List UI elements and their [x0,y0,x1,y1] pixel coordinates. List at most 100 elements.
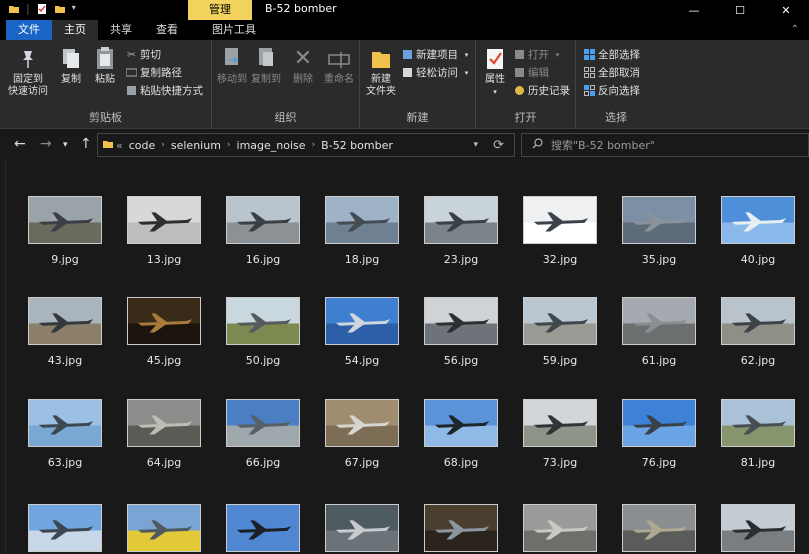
select-none-button[interactable]: 全部取消 [584,65,640,80]
file-name: 59.jpg [542,354,578,367]
thumbnail-container [16,393,114,453]
refresh-icon[interactable]: ⟳ [493,138,504,153]
file-item[interactable] [115,498,213,554]
thumbnail-container [610,498,708,554]
navigation-bar: ← → ▾ ↑ « code › selenium › image_noise … [0,130,809,160]
folder-icon [102,138,114,153]
thumbnail-container [511,291,609,351]
file-item[interactable] [610,498,708,554]
file-item[interactable] [511,498,609,554]
properties-button[interactable]: 属性 ▾ [480,46,510,98]
thumbnail-container [214,291,312,351]
tab-view[interactable]: 查看 [144,20,190,40]
file-item[interactable]: 50.jpg [214,291,312,367]
pin-quick-access-button[interactable]: 固定到 快速访问 [8,46,48,98]
tab-share[interactable]: 共享 [98,20,144,40]
image-thumbnail [28,399,102,447]
file-item[interactable] [16,498,114,554]
group-open: 属性 ▾ 打开 ▾ 编辑 历史记录 打开 [476,40,576,129]
file-item[interactable]: 16.jpg [214,190,312,266]
file-item[interactable]: 81.jpg [709,393,807,469]
file-item[interactable] [214,498,312,554]
up-arrow-icon[interactable]: ↑ [80,136,92,152]
search-box[interactable]: 搜索"B-52 bomber" [521,133,809,157]
image-thumbnail [127,399,201,447]
file-item[interactable]: 18.jpg [313,190,411,266]
close-button[interactable]: ✕ [763,0,809,20]
file-item[interactable]: 61.jpg [610,291,708,367]
invert-selection-icon [584,85,595,96]
file-item[interactable]: 62.jpg [709,291,807,367]
copy-button[interactable]: 复制 [56,46,86,86]
file-name: 23.jpg [443,253,479,266]
breadcrumb-selenium[interactable]: selenium [171,139,221,152]
window-title: B-52 bomber [265,2,337,15]
recent-locations-chevron-icon[interactable]: ▾ [63,140,68,150]
file-item[interactable]: 64.jpg [115,393,213,469]
breadcrumb-code[interactable]: code [129,139,156,152]
edit-button[interactable]: 编辑 [514,65,549,80]
image-thumbnail [721,297,795,345]
file-name: 13.jpg [146,253,182,266]
back-arrow-icon[interactable]: ← [14,136,26,152]
minimize-button[interactable]: — [671,0,717,20]
open-button[interactable]: 打开 ▾ [514,47,563,62]
file-item[interactable]: 54.jpg [313,291,411,367]
file-item[interactable]: 9.jpg [16,190,114,266]
new-folder-icon[interactable] [54,3,66,15]
maximize-button[interactable]: ☐ [717,0,763,20]
file-item[interactable]: 56.jpg [412,291,510,367]
tab-home[interactable]: 主页 [52,20,98,40]
file-item[interactable] [709,498,807,554]
new-item-button[interactable]: 新建项目 ▾ [402,47,472,62]
file-item[interactable]: 23.jpg [412,190,510,266]
file-item[interactable]: 32.jpg [511,190,609,266]
file-item[interactable]: 45.jpg [115,291,213,367]
easy-access-button[interactable]: 轻松访问 ▾ [402,65,472,80]
breadcrumb-b52-bomber[interactable]: B-52 bomber [321,139,393,152]
file-item[interactable]: 35.jpg [610,190,708,266]
file-name: 64.jpg [146,456,182,469]
file-item[interactable]: 67.jpg [313,393,411,469]
history-button[interactable]: 历史记录 [514,83,570,98]
file-item[interactable] [313,498,411,554]
forward-arrow-icon[interactable]: → [40,136,52,152]
new-folder-button[interactable]: 新建 文件夹 [366,46,396,98]
paste-shortcut-button[interactable]: 粘贴快捷方式 [126,83,203,98]
delete-button[interactable]: ✕ 删除 [290,46,316,86]
address-history-chevron-icon[interactable]: ▾ [473,140,478,150]
cut-button[interactable]: ✂ 剪切 [126,47,161,62]
copy-path-button[interactable]: 复制路径 [126,65,182,80]
file-item[interactable]: 63.jpg [16,393,114,469]
move-to-button[interactable]: 移动到 [216,46,248,86]
ribbon-collapse-icon[interactable]: ⌃ [791,24,799,35]
address-overflow[interactable]: « [116,139,123,152]
rename-button[interactable]: 重命名 [322,46,356,86]
file-item[interactable]: 66.jpg [214,393,312,469]
file-item[interactable] [412,498,510,554]
navigation-pane-edge[interactable] [0,160,6,554]
address-bar[interactable]: « code › selenium › image_noise › B-52 b… [97,133,515,157]
edit-icon [514,67,525,78]
tab-picture-tools[interactable]: 图片工具 [200,20,268,40]
file-item[interactable]: 76.jpg [610,393,708,469]
file-item[interactable]: 68.jpg [412,393,510,469]
file-item[interactable]: 13.jpg [115,190,213,266]
customize-toolbar-chevron-icon[interactable]: ▾ [72,3,84,15]
file-grid: 9.jpg 13.jpg 16.jpg 18.jpg 23.jpg 32.jpg 35.jp… [7,160,809,554]
tab-file[interactable]: 文件 [6,20,52,40]
file-item[interactable]: 73.jpg [511,393,609,469]
select-all-button[interactable]: 全部选择 [584,47,640,62]
copy-to-button[interactable]: 复制到 [250,46,282,86]
paste-button[interactable]: 粘贴 [90,46,120,86]
file-item[interactable]: 43.jpg [16,291,114,367]
breadcrumb-image-noise[interactable]: image_noise [237,139,306,152]
file-item[interactable]: 40.jpg [709,190,807,266]
breadcrumb-separator-icon: › [161,140,165,150]
invert-selection-button[interactable]: 反向选择 [584,83,640,98]
file-item[interactable]: 59.jpg [511,291,609,367]
context-tab-manage[interactable]: 管理 [188,0,252,20]
image-thumbnail [622,297,696,345]
properties-icon[interactable] [36,3,48,15]
breadcrumb-separator-icon: › [311,140,316,150]
